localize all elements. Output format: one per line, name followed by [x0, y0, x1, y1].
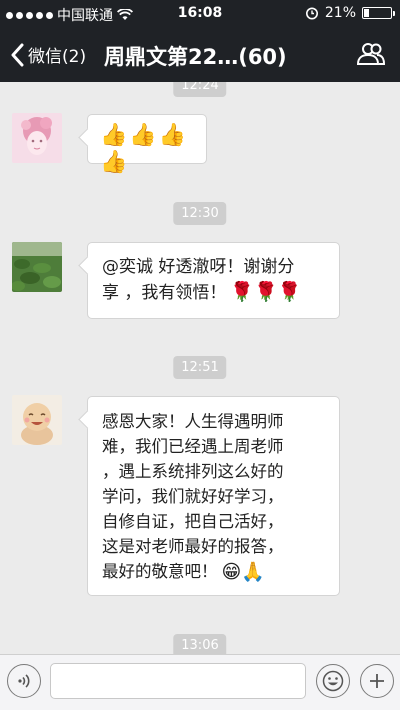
members-icon [356, 43, 386, 65]
timestamp: 12:51 [173, 356, 227, 379]
grin-pray-emoji: 😁🙏 [221, 561, 265, 583]
plus-icon [370, 674, 384, 688]
avatar[interactable] [12, 242, 62, 292]
avatar[interactable] [12, 113, 62, 163]
emoji-icon [322, 670, 344, 692]
nav-bar: 微信(2) 周鼎文第22…(60) [0, 28, 400, 82]
avatar[interactable] [12, 395, 62, 445]
message-input[interactable] [50, 663, 306, 699]
status-right: 21% [305, 5, 395, 21]
timestamp: 12:30 [173, 202, 227, 225]
battery-percent: 21% [324, 5, 356, 21]
members-button[interactable] [356, 42, 386, 70]
alarm-icon [305, 7, 318, 20]
timestamp: 13:06 [173, 634, 227, 654]
chat-title: 周鼎文第22…(60) [104, 45, 287, 69]
input-bar [0, 654, 400, 710]
thumbs-up-emoji: 👍👍👍👍 [100, 123, 189, 175]
status-bar: 中国联通 16:08 21% [0, 0, 400, 28]
back-label: 微信(2) [28, 47, 87, 67]
message-list[interactable]: 12:24 👍👍👍👍 12:30 @奕诚 好透澈呀！谢谢分 享 ，我有领悟！ 🌹… [0, 82, 400, 654]
battery-icon [362, 7, 395, 19]
rose-emoji: 🌹🌹🌹 [230, 281, 302, 303]
emoji-button[interactable] [316, 664, 350, 698]
voice-icon [18, 674, 30, 688]
message-bubble[interactable]: 👍👍👍👍 [87, 114, 207, 175]
timestamp: 12:24 [173, 82, 227, 97]
back-button[interactable]: 微信(2) [10, 42, 86, 67]
back-chevron-icon [11, 43, 24, 66]
message-text: 感恩大家！人生得遇明师 难，我们已经遇上周老师 ，遇上系统排列这么好的 学问，我… [102, 412, 284, 581]
plus-button[interactable] [360, 664, 394, 698]
message-bubble[interactable]: 感恩大家！人生得遇明师 难，我们已经遇上周老师 ，遇上系统排列这么好的 学问，我… [87, 396, 340, 596]
message-bubble[interactable]: @奕诚 好透澈呀！谢谢分 享 ，我有领悟！ 🌹🌹🌹 [87, 242, 340, 319]
voice-button[interactable] [7, 664, 41, 698]
